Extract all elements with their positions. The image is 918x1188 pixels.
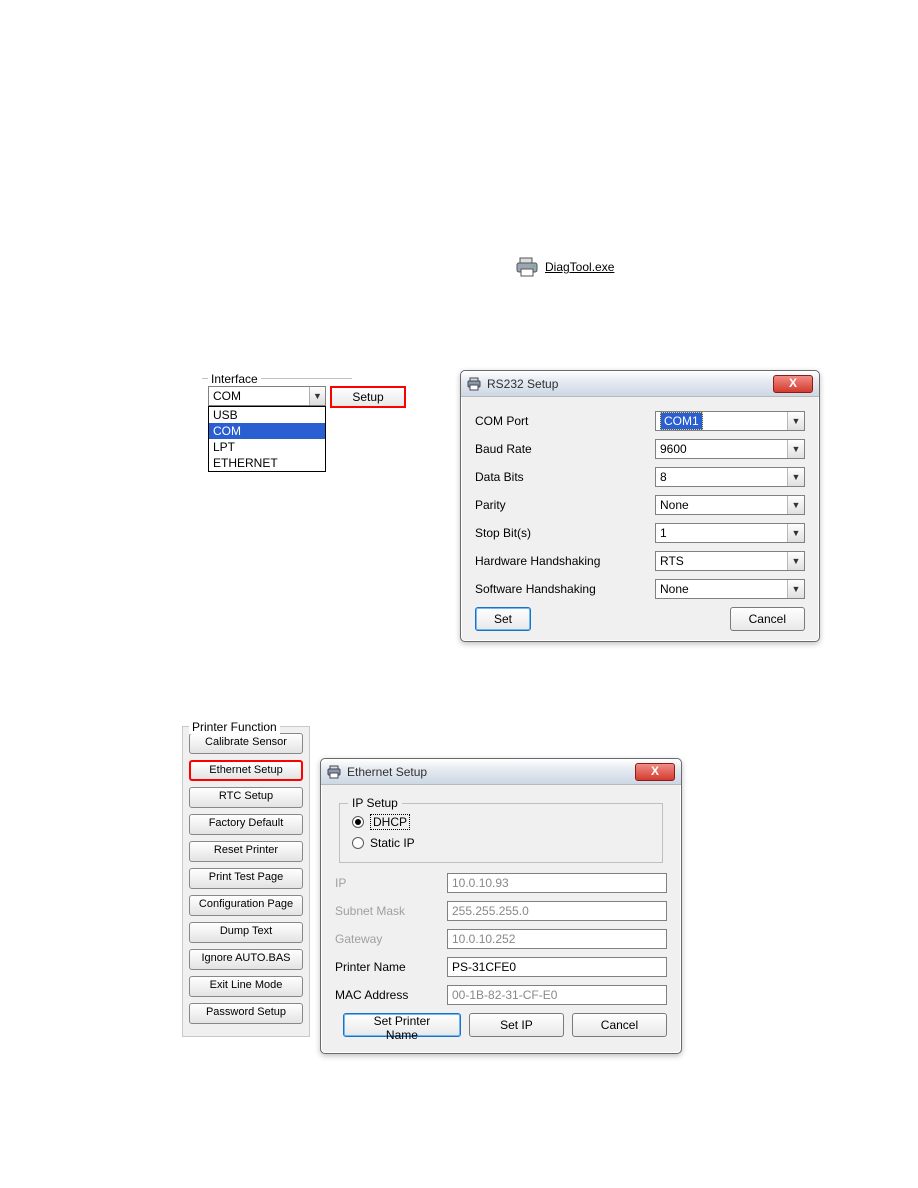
static-ip-radio-row[interactable]: Static IP [352, 836, 650, 850]
chevron-down-icon: ▼ [787, 580, 804, 598]
dhcp-radio[interactable] [352, 816, 364, 828]
ip-field[interactable]: 10.0.10.93 [447, 873, 667, 893]
chevron-down-icon: ▼ [787, 524, 804, 542]
rtc-setup-button[interactable]: RTC Setup [189, 787, 303, 808]
hw-handshaking-value: RTS [660, 554, 684, 568]
ethernet-titlebar[interactable]: Ethernet Setup X [321, 759, 681, 785]
interface-option-usb[interactable]: USB [209, 407, 325, 423]
ethernet-setup-dialog: Ethernet Setup X IP Setup DHCP Static IP… [320, 758, 682, 1054]
ip-setup-fieldset: IP Setup DHCP Static IP [339, 803, 663, 863]
printer-function-title: Printer Function [189, 720, 280, 734]
com-port-value: COM1 [660, 412, 703, 430]
password-setup-button[interactable]: Password Setup [189, 1003, 303, 1024]
baud-rate-label: Baud Rate [475, 442, 655, 456]
rs232-cancel-button[interactable]: Cancel [730, 607, 805, 631]
interface-option-lpt[interactable]: LPT [209, 439, 325, 455]
reset-printer-button[interactable]: Reset Printer [189, 841, 303, 862]
exit-line-mode-button[interactable]: Exit Line Mode [189, 976, 303, 997]
interface-option-com[interactable]: COM [209, 423, 325, 439]
subnet-label: Subnet Mask [335, 904, 447, 918]
chevron-down-icon: ▼ [787, 552, 804, 570]
rs232-setup-dialog: RS232 Setup X COM Port COM1 ▼ Baud Rate … [460, 370, 820, 642]
interface-group-label: Interface [208, 372, 261, 386]
diagtool-label: DiagTool.exe [545, 260, 614, 274]
data-bits-value: 8 [660, 470, 667, 484]
hw-handshaking-combobox[interactable]: RTS ▼ [655, 551, 805, 571]
ethernet-setup-button[interactable]: Ethernet Setup [189, 760, 303, 781]
chevron-down-icon: ▼ [787, 496, 804, 514]
close-button[interactable]: X [635, 763, 675, 781]
printer-icon [467, 377, 481, 391]
sw-handshaking-combobox[interactable]: None ▼ [655, 579, 805, 599]
com-port-combobox[interactable]: COM1 ▼ [655, 411, 805, 431]
printer-name-label: Printer Name [335, 960, 447, 974]
data-bits-label: Data Bits [475, 470, 655, 484]
mac-address-label: MAC Address [335, 988, 447, 1002]
stop-bits-combobox[interactable]: 1 ▼ [655, 523, 805, 543]
parity-label: Parity [475, 498, 655, 512]
close-button[interactable]: X [773, 375, 813, 393]
static-ip-radio-label: Static IP [370, 836, 415, 850]
sw-handshaking-label: Software Handshaking [475, 582, 655, 596]
static-ip-radio[interactable] [352, 837, 364, 849]
interface-selected-value: COM [213, 389, 241, 403]
sw-handshaking-value: None [660, 582, 689, 596]
ethernet-title: Ethernet Setup [347, 765, 629, 779]
stop-bits-label: Stop Bit(s) [475, 526, 655, 540]
ip-label: IP [335, 876, 447, 890]
dhcp-radio-row[interactable]: DHCP [352, 814, 650, 830]
rs232-title: RS232 Setup [487, 377, 767, 391]
gateway-field[interactable]: 10.0.10.252 [447, 929, 667, 949]
chevron-down-icon: ▼ [787, 412, 804, 430]
configuration-page-button[interactable]: Configuration Page [189, 895, 303, 916]
printer-function-panel: Printer Function Calibrate Sensor Ethern… [182, 726, 310, 1037]
chevron-down-icon: ▼ [309, 387, 325, 405]
gateway-label: Gateway [335, 932, 447, 946]
parity-value: None [660, 498, 689, 512]
set-printer-name-button[interactable]: Set Printer Name [343, 1013, 461, 1037]
printer-icon [515, 256, 539, 278]
baud-rate-value: 9600 [660, 442, 687, 456]
interface-combobox[interactable]: COM ▼ [208, 386, 326, 406]
factory-default-button[interactable]: Factory Default [189, 814, 303, 835]
calibrate-sensor-button[interactable]: Calibrate Sensor [189, 733, 303, 754]
hw-handshaking-label: Hardware Handshaking [475, 554, 655, 568]
dump-text-button[interactable]: Dump Text [189, 922, 303, 943]
dhcp-radio-label: DHCP [370, 814, 410, 830]
stop-bits-value: 1 [660, 526, 667, 540]
set-ip-button[interactable]: Set IP [469, 1013, 564, 1037]
ip-setup-legend: IP Setup [348, 796, 402, 810]
mac-address-field[interactable]: 00-1B-82-31-CF-E0 [447, 985, 667, 1005]
print-test-page-button[interactable]: Print Test Page [189, 868, 303, 889]
subnet-field[interactable]: 255.255.255.0 [447, 901, 667, 921]
ignore-autobas-button[interactable]: Ignore AUTO.BAS [189, 949, 303, 970]
data-bits-combobox[interactable]: 8 ▼ [655, 467, 805, 487]
rs232-titlebar[interactable]: RS232 Setup X [461, 371, 819, 397]
printer-name-field[interactable]: PS-31CFE0 [447, 957, 667, 977]
ethernet-cancel-button[interactable]: Cancel [572, 1013, 667, 1037]
com-port-label: COM Port [475, 414, 655, 428]
chevron-down-icon: ▼ [787, 468, 804, 486]
baud-rate-combobox[interactable]: 9600 ▼ [655, 439, 805, 459]
chevron-down-icon: ▼ [787, 440, 804, 458]
interface-option-ethernet[interactable]: ETHERNET [209, 455, 325, 471]
printer-icon [327, 765, 341, 779]
parity-combobox[interactable]: None ▼ [655, 495, 805, 515]
rs232-set-button[interactable]: Set [475, 607, 531, 631]
setup-button[interactable]: Setup [330, 386, 406, 408]
diagtool-desktop-icon[interactable]: DiagTool.exe [515, 256, 614, 278]
interface-dropdown-list[interactable]: USB COM LPT ETHERNET [208, 406, 326, 472]
